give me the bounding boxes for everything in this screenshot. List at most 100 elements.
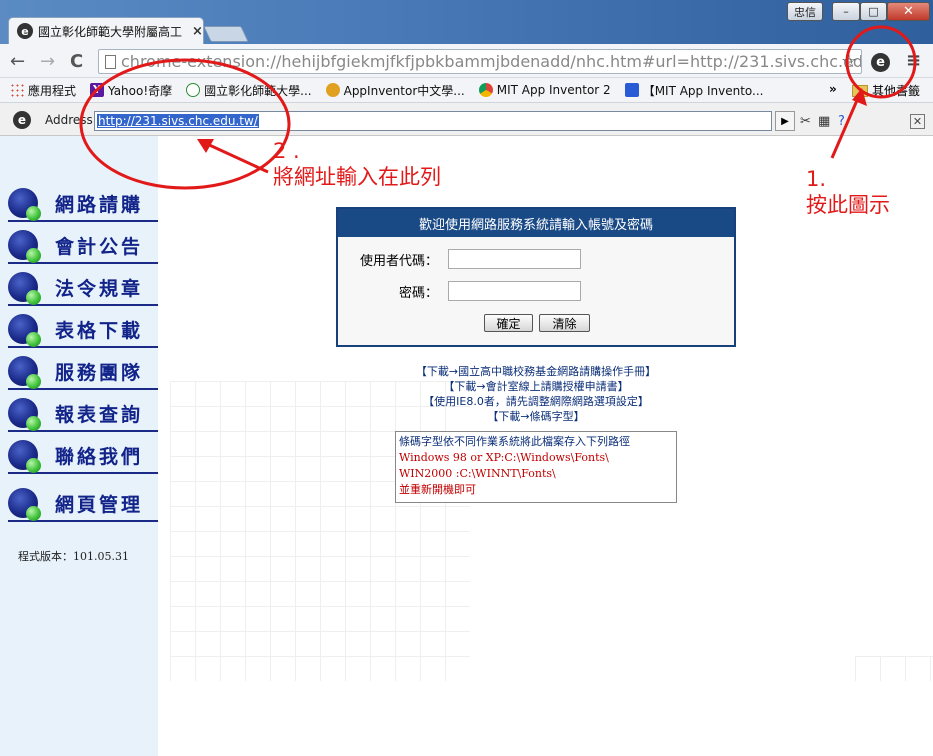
maximize-button[interactable]: □	[860, 2, 887, 21]
page-icon	[105, 55, 116, 69]
window-titlebar: e 國立彰化師範大學附屬高工 × 忠信 – □ ✕	[0, 0, 933, 44]
info-line: Windows 98 or XP:C:\Windows\Fonts\	[399, 451, 609, 464]
sidebar-item-web-admin[interactable]: 網頁管理	[8, 486, 158, 522]
info-line: WIN2000 :C:\WINNT\Fonts\	[399, 467, 556, 480]
link-authorization-form[interactable]: 【下載→會計室線上請購授權申請書】	[336, 379, 736, 394]
link-barcode-font[interactable]: 【下載→條碼字型】	[336, 409, 736, 424]
apps-grid-icon	[10, 83, 24, 97]
annotation-step2: 2 . 將網址輸入在此列	[273, 138, 441, 190]
link-ie8-settings[interactable]: 【使用IE8.0者，請先調整網際網路選項設定】	[336, 394, 736, 409]
forward-icon[interactable]: →	[40, 51, 55, 72]
info-line: 條碼字型依不同作業系統將此檔案存入下列路徑	[399, 435, 630, 448]
login-header: 歡迎使用網路服務系統請輸入帳號及密碼	[338, 209, 734, 237]
annotation-step2-text: 將網址輸入在此列	[273, 165, 441, 189]
bookmark-mit-app-inventor-2[interactable]: MIT App Inventor 2	[478, 83, 611, 97]
sidebar-item-accounting-notice[interactable]: 會計公告	[8, 228, 158, 264]
new-tab-button[interactable]	[203, 26, 249, 42]
globe-bullet-icon	[8, 188, 41, 221]
background-grid-decoration	[855, 656, 933, 681]
tab-close-icon[interactable]: ×	[192, 24, 203, 39]
go-button[interactable]: ▶	[775, 111, 795, 131]
sidebar-item-label: 表格下載	[55, 319, 144, 342]
version-text: 程式版本：101.05.31	[18, 550, 129, 563]
globe-bullet-icon	[8, 230, 41, 263]
user-code-label: 使用者代碼：	[359, 253, 438, 269]
annotation-step1-text: 按此圖示	[806, 193, 890, 217]
sidebar-item-label: 網路請購	[55, 193, 144, 216]
sidebar-item-report-query[interactable]: 報表查詢	[8, 396, 158, 432]
confirm-button[interactable]: 確定	[484, 314, 533, 332]
yahoo-icon: Y	[90, 83, 105, 97]
sidebar-item-service-team[interactable]: 服務團隊	[8, 354, 158, 390]
bookmark-blue-icon	[624, 83, 639, 97]
bookmark-apps[interactable]: 應用程式	[10, 82, 76, 99]
address-label: Address:	[45, 113, 97, 127]
sidebar-item-contact-us[interactable]: 聯絡我們	[8, 438, 158, 474]
help-icon[interactable]: ?	[838, 114, 845, 129]
info-line: 並重新開機即可	[399, 483, 476, 496]
bookmark-ncue[interactable]: 國立彰化師範大學...	[186, 82, 312, 99]
password-row: 密碼：	[338, 281, 581, 301]
annotation-step1: 1. 按此圖示	[806, 166, 890, 218]
password-input[interactable]	[448, 281, 581, 301]
bookmark-mit-app-inventor-page[interactable]: 【MIT App Invento...	[624, 82, 764, 99]
globe-bullet-icon	[8, 440, 41, 473]
ietab-close-icon[interactable]: ✕	[910, 114, 925, 129]
other-bookmarks[interactable]: 其他書籤	[852, 82, 920, 99]
background-grid-decoration	[170, 381, 470, 681]
clear-button[interactable]: 清除	[539, 314, 590, 332]
ie-logo-icon: e	[13, 111, 31, 129]
globe-bullet-icon	[8, 398, 41, 431]
sidebar-item-form-download[interactable]: 表格下載	[8, 312, 158, 348]
login-panel: 歡迎使用網路服務系統請輸入帳號及密碼 使用者代碼： 密碼： 確定 清除	[336, 207, 736, 347]
sidebar-item-online-purchase[interactable]: 網路請購	[8, 186, 158, 222]
browser-toolbar: ← → C chrome-extension://hehijbfgiekmjfk…	[0, 44, 933, 78]
barcode-font-info: 條碼字型依不同作業系統將此檔案存入下列路徑 Windows 98 or XP:C…	[395, 431, 677, 503]
window-close-button[interactable]: ✕	[887, 2, 930, 21]
globe-bullet-icon	[8, 314, 41, 347]
link-purchase-manual[interactable]: 【下載→國立高中職校務基金網路請購操作手冊】	[336, 364, 736, 379]
minimize-button[interactable]: –	[832, 2, 860, 21]
download-links: 【下載→國立高中職校務基金網路請購操作手冊】 【下載→會計室線上請購授權申請書】…	[336, 364, 736, 424]
sidebar-item-label: 報表查詢	[55, 403, 144, 426]
annotation-step2-number: 2 .	[273, 139, 300, 163]
bookmark-yahoo[interactable]: Y Yahoo!奇摩	[90, 82, 172, 99]
annotation-step1-number: 1.	[806, 167, 827, 191]
chrome-icon	[478, 83, 493, 97]
bookmark-appinventor-chinese[interactable]: AppInventor中文學...	[325, 82, 465, 99]
globe-bullet-icon	[8, 356, 41, 389]
ie-tab-favicon-icon: e	[17, 23, 33, 39]
globe-bullet-icon	[8, 488, 41, 521]
appinventor-icon	[325, 83, 340, 97]
user-profile-button[interactable]: 忠信	[787, 2, 823, 21]
sidebar-item-label: 聯絡我們	[55, 445, 144, 468]
address-value[interactable]: http://231.sivs.chc.edu.tw/	[97, 114, 259, 128]
ietab-address-input[interactable]: http://231.sivs.chc.edu.tw/	[94, 111, 772, 131]
sidebar-item-label: 網頁管理	[55, 493, 144, 516]
globe-bullet-icon	[8, 272, 41, 305]
reload-icon[interactable]: C	[70, 51, 83, 72]
ncue-logo-icon	[186, 83, 201, 97]
back-icon[interactable]: ←	[10, 51, 25, 72]
sidebar-item-label: 法令規章	[55, 277, 144, 300]
omnibox-url[interactable]: chrome-extension://hehijbfgiekmjfkfjpbkb…	[121, 52, 861, 71]
settings-icon[interactable]: ▦	[818, 114, 830, 129]
user-code-row: 使用者代碼：	[338, 249, 581, 269]
user-code-input[interactable]	[448, 249, 581, 269]
tab-title: 國立彰化師範大學附屬高工	[38, 24, 183, 39]
password-label: 密碼：	[398, 285, 438, 301]
ietab-address-bar: e Address: http://231.sivs.chc.edu.tw/ ▶…	[0, 103, 933, 136]
bookmarks-bar: 應用程式 Y Yahoo!奇摩 國立彰化師範大學... AppInventor中…	[0, 78, 933, 103]
bookmarks-overflow-icon[interactable]: »	[829, 82, 837, 96]
chrome-menu-icon[interactable]: ≡	[906, 50, 921, 71]
sidebar-item-label: 服務團隊	[55, 361, 144, 384]
browser-tab[interactable]: e 國立彰化師範大學附屬高工 ×	[8, 17, 204, 44]
sidebar: 網路請購 會計公告 法令規章 表格下載 服務團隊 報表查詢 聯絡我們 網頁管理	[0, 136, 158, 756]
ie-tab-extension-icon[interactable]: e	[871, 53, 890, 72]
tools-icon[interactable]: ✂	[800, 114, 811, 129]
bookmark-star-icon[interactable]: ☆	[841, 51, 857, 72]
sidebar-item-regulations[interactable]: 法令規章	[8, 270, 158, 306]
omnibox[interactable]: chrome-extension://hehijbfgiekmjfkfjpbkb…	[98, 49, 862, 74]
sidebar-item-label: 會計公告	[55, 235, 144, 258]
page-content: 網路請購 會計公告 法令規章 表格下載 服務團隊 報表查詢 聯絡我們 網頁管理	[0, 136, 933, 756]
